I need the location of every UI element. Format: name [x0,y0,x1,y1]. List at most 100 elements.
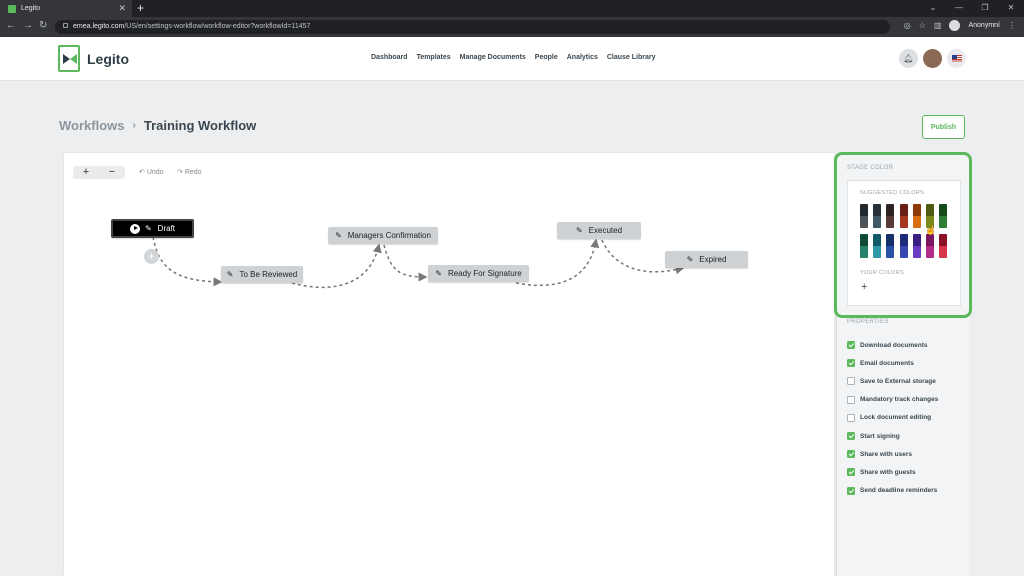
breadcrumb: Workflows › Training Workflow [59,118,256,133]
profile-avatar[interactable] [949,20,961,31]
play-icon [129,223,140,234]
property-checkbox[interactable] [847,486,855,495]
stage-draft[interactable]: ✎ Draft [111,219,194,238]
edge-review-to-managers [291,243,382,289]
address-bar[interactable]: emea.legito.com/US/en/settings-workflow/… [55,20,890,34]
edit-pen-icon[interactable]: ✎ [335,231,342,240]
maximize-icon[interactable]: ❐ [972,0,998,17]
logo-mark-icon [58,45,80,72]
nav-analytics[interactable]: Analytics [567,54,598,61]
properties-title: PROPERTIES [847,319,889,325]
property-item[interactable]: Share with users [847,445,938,463]
browser-toolbar: ← → ↻ emea.legito.com/US/en/settings-wor… [0,17,1024,37]
browser-tab-bar: Legito ✕ + ⌄ — ❐ ✕ [0,0,1024,17]
logo-text: Legito [87,50,129,67]
main-nav: Dashboard Templates Manage Documents Peo… [371,54,656,61]
tab-search-icon[interactable]: ⌄ [920,0,946,17]
stage-label: Ready For Signature [447,269,522,278]
window-controls: ⌄ — ❐ ✕ [920,0,1024,17]
workflow-connections [152,236,685,289]
edge-managers-to-ready [383,244,428,282]
breadcrumb-separator-icon: › [132,120,136,131]
property-label: Save to External storage [860,377,936,385]
stage-to-be-reviewed[interactable]: ✎ To Be Reviewed [221,266,303,283]
property-label: Share with users [860,450,913,458]
property-item[interactable]: Save to External storage [847,372,938,390]
property-item[interactable]: Share with guests [847,463,938,481]
site-favicon-icon [8,4,16,13]
property-checkbox[interactable] [847,377,855,386]
property-item[interactable]: Start signing [847,427,938,445]
property-checkbox[interactable] [847,413,855,422]
header-actions: 🔔︎ [899,49,966,68]
property-checkbox[interactable] [847,450,855,459]
stage-label: Managers Confirmation [347,231,431,240]
property-label: Share with guests [860,468,916,476]
url-path: /US/en/settings-workflow/workflow-editor… [124,23,311,30]
edit-pen-icon[interactable]: ✎ [687,255,694,264]
property-checkbox[interactable] [847,468,855,477]
language-flag-icon[interactable] [947,49,966,68]
incognito-eye-icon[interactable]: ◎ [904,21,911,30]
property-label: Email documents [860,359,914,367]
new-tab-button[interactable]: + [137,1,144,15]
stage-color-highlight [834,152,972,318]
property-item[interactable]: Email documents [847,354,938,372]
forward-icon[interactable]: → [23,20,33,31]
stage-executed[interactable]: ✎ Executed [557,222,641,239]
breadcrumb-workflows[interactable]: Workflows [59,118,125,133]
stage-ready-for-signature[interactable]: ✎ Ready For Signature [428,265,529,282]
stage-label: Executed [588,226,623,235]
property-label: Mandatory track changes [860,396,939,404]
properties-list: Download documents Email documents Save to… [847,336,938,500]
legito-logo[interactable]: Legito [58,45,129,72]
property-label: Lock document editing [860,414,932,422]
publish-button[interactable]: Publish [922,115,965,139]
app-header: Legito Dashboard Templates Manage Docume… [0,37,1024,81]
property-checkbox[interactable] [847,341,855,350]
stage-managers-confirmation[interactable]: ✎ Managers Confirmation [328,227,438,244]
property-item[interactable]: Download documents [847,336,938,354]
lock-icon [63,23,68,28]
minimize-icon[interactable]: — [946,0,972,17]
side-panel-icon[interactable]: ▥ [934,21,942,30]
bookmark-star-icon[interactable]: ☆ [919,21,926,30]
reload-icon[interactable]: ↻ [39,20,47,31]
edit-pen-icon[interactable]: ✎ [435,269,442,278]
edit-pen-icon[interactable]: ✎ [145,224,152,233]
close-tab-icon[interactable]: ✕ [118,3,126,14]
add-stage-button[interactable]: + [144,249,159,264]
nav-templates[interactable]: Templates [417,54,451,61]
profile-label[interactable]: Anonymní [968,22,1000,29]
property-item[interactable]: Lock document editing [847,409,938,427]
edit-pen-icon[interactable]: ✎ [576,226,583,235]
stage-expired[interactable]: ✎ Expired [665,251,748,268]
workflow-canvas[interactable]: + − ↶ Undo ↷ Redo ✎ Draft + ✎ To Be Revi… [64,153,834,576]
browser-menu-icon[interactable]: ⋮ [1008,21,1016,30]
stage-label: To Be Reviewed [239,270,298,279]
nav-people[interactable]: People [535,54,558,61]
back-icon[interactable]: ← [6,20,16,31]
nav-clause-library[interactable]: Clause Library [607,54,656,61]
page-title: Training Workflow [143,118,257,133]
property-checkbox[interactable] [847,395,855,404]
edit-pen-icon[interactable]: ✎ [227,270,234,279]
user-avatar[interactable] [923,49,942,68]
close-window-icon[interactable]: ✕ [998,0,1024,17]
property-checkbox[interactable] [847,432,855,441]
browser-tab-title: Legito [21,5,41,12]
browser-tab[interactable]: Legito ✕ [0,0,132,17]
stage-label: Expired [699,255,727,264]
property-item[interactable]: Mandatory track changes [847,391,938,409]
browser-right-tools: ◎ ☆ ▥ Anonymní ⋮ [904,20,1016,31]
property-item[interactable]: Send deadline reminders [847,482,938,500]
nav-manage-documents[interactable]: Manage Documents [460,54,526,61]
nav-dashboard[interactable]: Dashboard [371,54,408,61]
edge-draft-to-review [152,236,223,287]
notifications-bell-icon[interactable]: 🔔︎ [899,49,918,68]
property-label: Download documents [860,341,928,349]
property-checkbox[interactable] [847,359,855,368]
property-label: Send deadline reminders [860,487,938,495]
url-host: emea.legito.com [73,23,125,30]
property-label: Start signing [860,432,900,440]
